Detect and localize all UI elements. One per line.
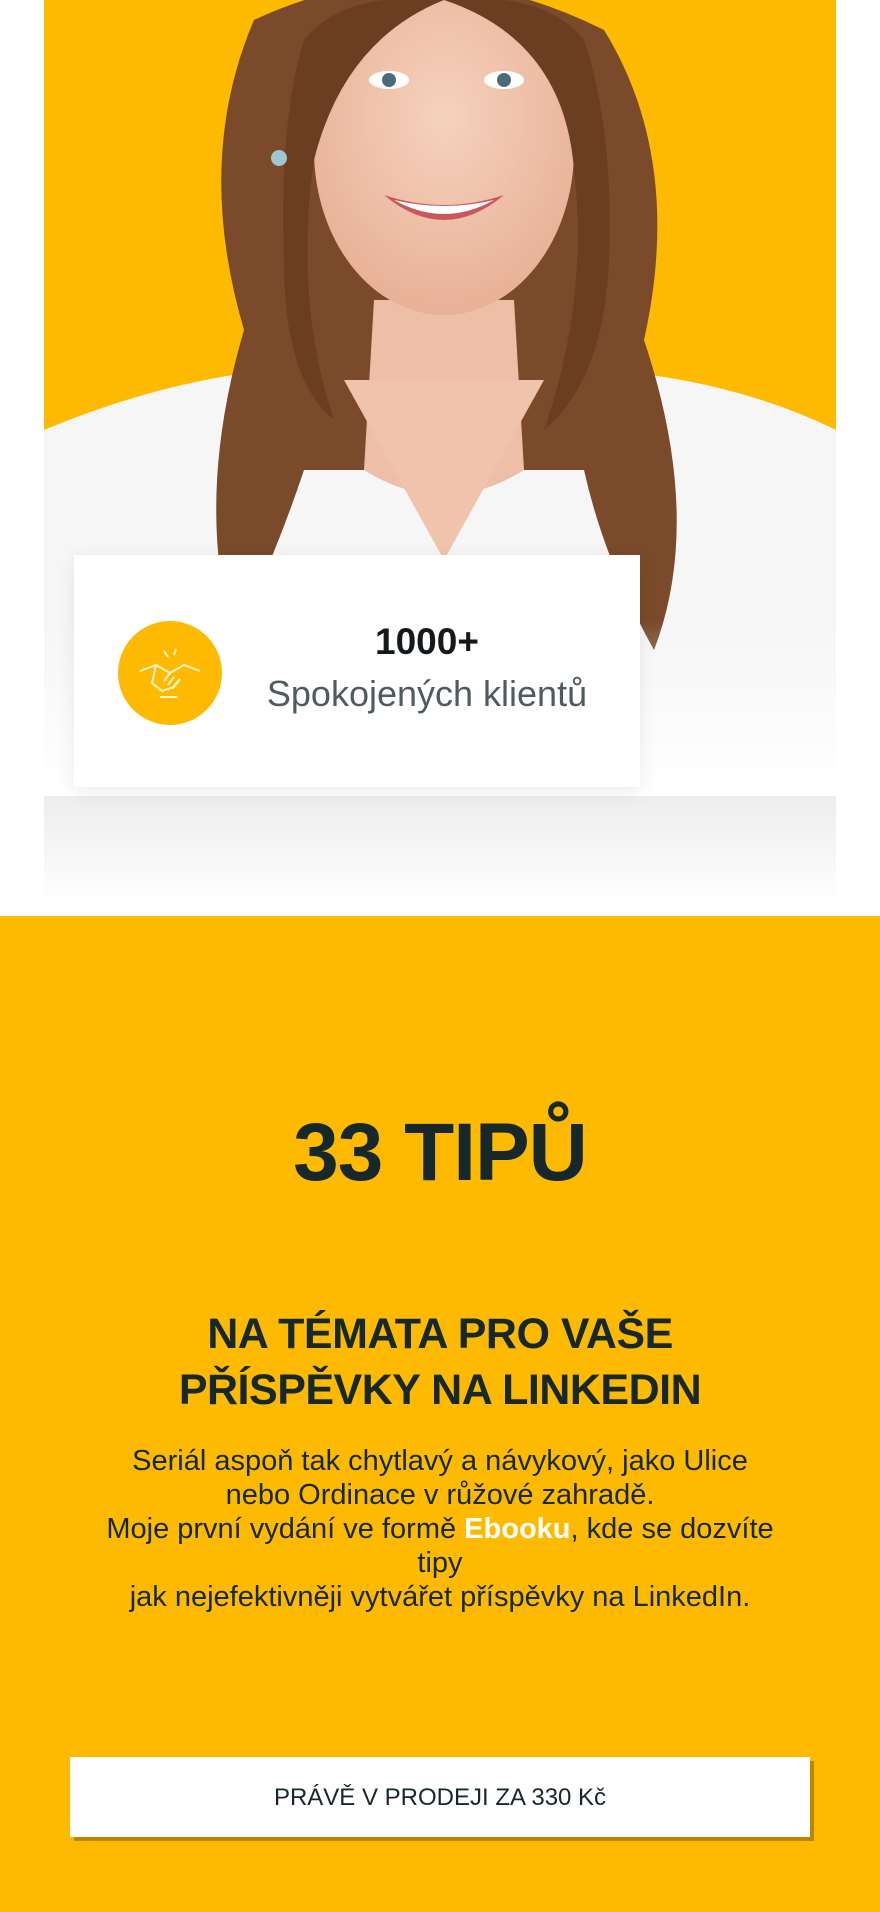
promo-title: 33 TIPŮ (293, 1107, 588, 1198)
hero-section: 1000+ Spokojených klientů (0, 0, 880, 916)
description-line: Moje první vydání ve formě Ebooku, kde s… (70, 1512, 810, 1546)
description-text: Moje první vydání ve formě (106, 1513, 465, 1545)
description-line: jak nejefektivněji vytvářet příspěvky na… (129, 1581, 751, 1613)
description-line: Seriál aspoň tak chytlavý a návykový, ja… (132, 1445, 748, 1477)
clients-label: Spokojených klientů (266, 673, 588, 714)
promo-subtitle-line: NA TÉMATA PRO VAŠE (207, 1310, 673, 1358)
stats-card: 1000+ Spokojených klientů (74, 555, 640, 787)
promo-section: 33 TIPŮ NA TÉMATA PRO VAŠE PŘÍSPĚVKY NA … (0, 916, 880, 1912)
description-line: nebo Ordinace v růžové zahradě. (225, 1479, 655, 1511)
handshake-icon (118, 621, 222, 725)
description-text: , kde se dozvíte (570, 1513, 774, 1545)
promo-description: Seriál aspoň tak chytlavý a návykový, ja… (70, 1444, 810, 1614)
buy-button[interactable]: PRÁVĚ V PRODEJI ZA 330 Kč (70, 1757, 810, 1837)
hero-shadow (44, 796, 836, 906)
promo-subtitle: NA TÉMATA PRO VAŠE PŘÍSPĚVKY NA LINKEDIN (120, 1306, 760, 1418)
clients-count: 1000+ (375, 621, 479, 662)
promo-subtitle-line: PŘÍSPĚVKY NA LINKEDIN (178, 1366, 702, 1414)
description-line: tipy (417, 1547, 463, 1579)
ebook-highlight: Ebooku (464, 1513, 571, 1545)
